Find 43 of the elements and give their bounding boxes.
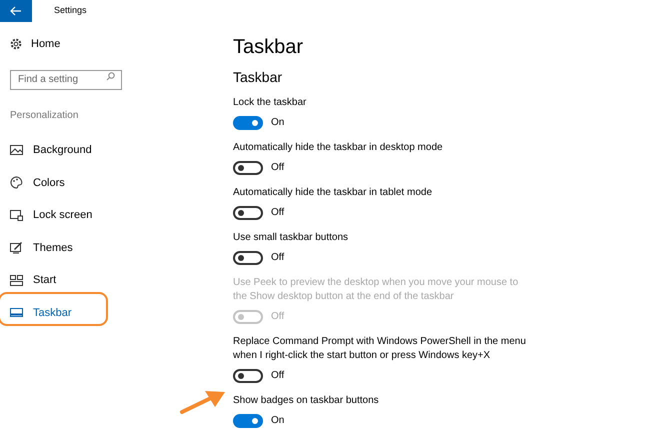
- pencil-canvas-icon: [10, 241, 23, 254]
- section-label: Personalization: [10, 109, 78, 123]
- toggle-state: On: [271, 116, 284, 130]
- arrow-annotation: [179, 389, 226, 415]
- nav-item[interactable]: Colors: [0, 166, 222, 199]
- nav-item[interactable]: Background: [0, 134, 222, 166]
- gear-icon: [10, 38, 22, 50]
- toggle-switch[interactable]: [233, 116, 263, 130]
- palette-icon: [10, 176, 23, 190]
- back-arrow-icon: [10, 6, 22, 16]
- search-icon: [106, 72, 115, 80]
- search-field[interactable]: Find a setting: [10, 70, 122, 90]
- toggle-switch[interactable]: [233, 206, 263, 220]
- home-nav-item[interactable]: Home: [10, 35, 222, 53]
- setting-label: Replace Command Prompt with Windows PowerShell in the menu when I right-click the start button or press Windows key+X: [233, 335, 527, 363]
- nav-item[interactable]: Themes: [0, 232, 222, 264]
- section-heading: Taskbar: [233, 68, 282, 87]
- toggle-state: Off: [271, 369, 284, 383]
- back-button[interactable]: [0, 0, 32, 22]
- toggle-state: Off: [271, 161, 284, 175]
- picture-frame-icon: [10, 144, 23, 157]
- toggle-state: Off: [271, 206, 284, 220]
- toggle-state: Off: [271, 310, 284, 324]
- nav-item[interactable]: Lock screen: [0, 199, 222, 232]
- toggle-switch[interactable]: [233, 368, 263, 382]
- nav-item[interactable]: Taskbar: [0, 296, 222, 329]
- nav-item[interactable]: Start: [0, 264, 222, 296]
- toggle-state: On: [271, 414, 284, 428]
- setting-label: Use small taskbar buttons: [233, 231, 350, 245]
- setting-label: Use Peek to preview the desktop when you move your mouse to the Show desktop button at the end of the taskbar: [233, 276, 520, 304]
- toggle-state: Off: [271, 251, 284, 265]
- tiles-icon: [10, 274, 23, 287]
- toggle-switch[interactable]: [233, 414, 263, 428]
- setting-label: Automatically hide the taskbar in tablet mode: [233, 186, 433, 200]
- taskbar-icon: [10, 306, 23, 320]
- monitor-lock-icon: [10, 208, 23, 222]
- toggle-switch[interactable]: [233, 250, 263, 264]
- setting-label: Show badges on taskbar buttons: [233, 394, 380, 408]
- setting-label: Lock the taskbar: [233, 96, 308, 110]
- page-title: Taskbar: [233, 35, 304, 60]
- setting-label: Automatically hide the taskbar in desktop mode: [233, 141, 444, 155]
- toggle-switch[interactable]: [233, 160, 263, 174]
- window-title: Settings: [54, 4, 87, 18]
